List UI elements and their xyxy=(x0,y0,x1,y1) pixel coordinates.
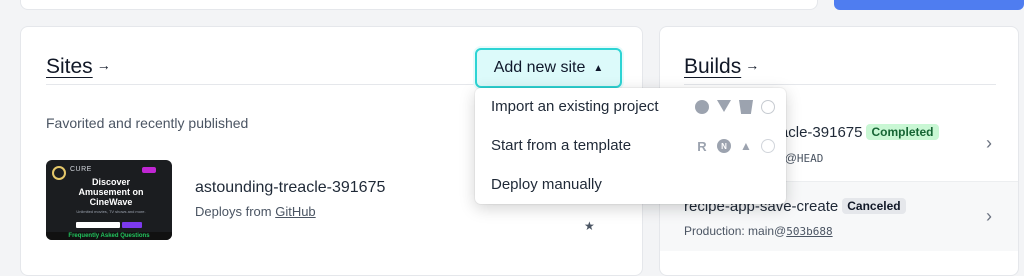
status-badge: Canceled xyxy=(842,198,906,214)
add-site-dropdown-menu: Import an existing project Start from a … xyxy=(475,88,786,204)
gitlab-icon xyxy=(717,100,731,114)
import-provider-icons xyxy=(695,100,775,114)
thumbnail-logo-icon xyxy=(52,166,66,180)
thumbnail-cta xyxy=(122,222,142,228)
thumbnail-email-field xyxy=(76,222,120,228)
chevron-up-icon: ▲ xyxy=(593,62,604,74)
gatsby-icon xyxy=(761,139,775,153)
builds-divider xyxy=(684,84,996,85)
thumbnail-nav-pill xyxy=(142,167,156,173)
menu-item-start-from-template[interactable]: Start from a template xyxy=(491,137,631,154)
favorite-star-icon[interactable]: ★ xyxy=(584,219,595,233)
azure-devops-icon xyxy=(761,100,775,114)
menu-item-label: Start from a template xyxy=(491,137,632,154)
status-badge: Completed xyxy=(866,124,939,140)
site-thumbnail[interactable]: CURE Discover Amusement on CineWave Unli… xyxy=(46,160,172,240)
sites-subtitle: Favorited and recently published xyxy=(46,115,249,131)
thumbnail-footer: Frequently Asked Questions xyxy=(46,232,172,240)
bitbucket-icon xyxy=(739,100,753,114)
remix-icon: R xyxy=(697,138,707,154)
astro-icon: ▲ xyxy=(740,139,752,153)
top-card xyxy=(20,0,818,10)
site-deploys-prefix: Deploys from xyxy=(195,204,272,219)
thumbnail-headline: Discover Amusement on CineWave xyxy=(78,177,144,207)
nextjs-icon: N xyxy=(717,139,731,153)
sites-heading-text[interactable]: Sites xyxy=(46,55,93,78)
build-meta: Production: main@503b688 xyxy=(684,224,833,238)
github-link[interactable]: GitHub xyxy=(275,204,315,219)
add-new-site-button[interactable]: Add new site ▲ xyxy=(475,48,622,88)
menu-item-import-existing-project[interactable]: Import an existing project xyxy=(491,98,659,115)
template-framework-icons: R N ▲ xyxy=(695,138,775,154)
builds-heading-text[interactable]: Builds xyxy=(684,55,741,78)
sites-heading[interactable]: Sites → xyxy=(46,55,111,79)
sites-divider xyxy=(46,84,486,85)
build-meta-text: Production: main@ xyxy=(684,224,787,238)
menu-item-label: Import an existing project xyxy=(491,98,659,115)
builds-heading[interactable]: Builds → xyxy=(684,55,759,79)
commit-link[interactable]: 503b688 xyxy=(786,225,832,238)
arrow-right-icon: → xyxy=(96,57,111,73)
add-new-site-label: Add new site xyxy=(493,59,586,76)
menu-item-deploy-manually[interactable]: Deploy manually xyxy=(491,176,602,193)
build-ref: HEAD xyxy=(796,152,824,165)
chevron-right-icon: › xyxy=(986,133,992,153)
github-icon xyxy=(695,100,709,114)
thumbnail-logo-text: CURE xyxy=(70,166,92,173)
site-deploys-from: Deploys from GitHub xyxy=(195,204,316,219)
chevron-right-icon: › xyxy=(986,206,992,226)
arrow-right-icon: → xyxy=(745,57,760,73)
top-primary-button[interactable] xyxy=(834,0,1024,10)
thumbnail-subtext: Unlimited movies, TV shows and more. xyxy=(76,210,146,214)
site-name-link[interactable]: astounding-treacle-391675 xyxy=(195,179,385,197)
menu-item-label: Deploy manually xyxy=(491,176,602,193)
